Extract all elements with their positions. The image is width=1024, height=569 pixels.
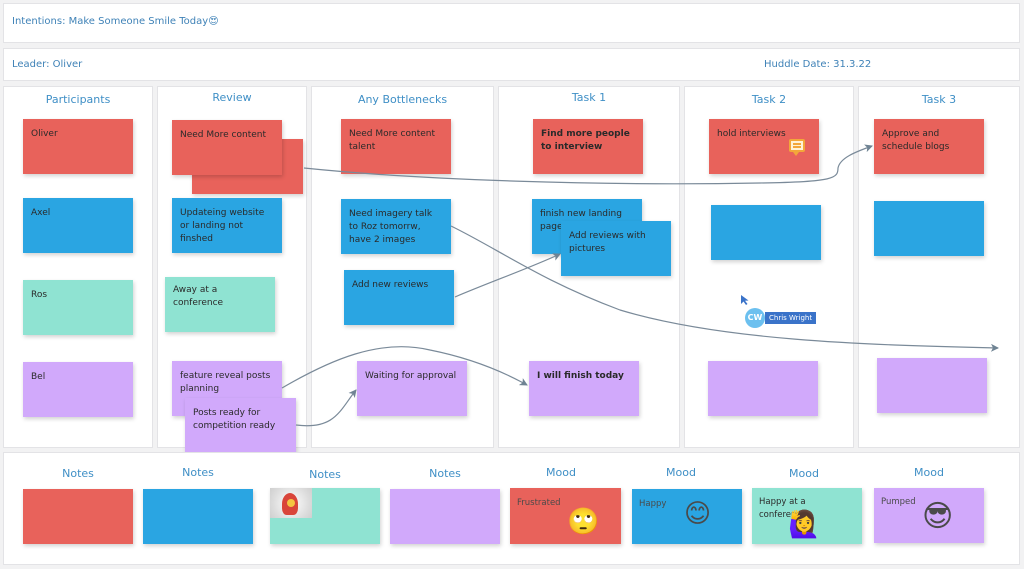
notes-card[interactable] bbox=[143, 489, 253, 544]
sticky-note-review[interactable]: Updateing website or landing not finshed bbox=[172, 198, 282, 253]
sticky-note-review-overlay[interactable]: Posts ready for competition ready bbox=[185, 398, 296, 453]
eye-roll-emoji-icon: 🙄 bbox=[567, 507, 600, 537]
notes-card[interactable] bbox=[390, 489, 500, 544]
section-title: Mood bbox=[789, 467, 819, 480]
sticky-note-task-1-overlay[interactable]: Add reviews with pictures bbox=[561, 221, 671, 276]
sunglasses-emoji-icon: 😎 bbox=[922, 499, 954, 534]
sticky-note-task-2[interactable] bbox=[711, 205, 821, 260]
sticky-note-participant[interactable]: Oliver bbox=[23, 119, 133, 174]
section-title: Notes bbox=[182, 466, 214, 479]
mood-card[interactable]: Pumped 😎 bbox=[874, 488, 984, 543]
intentions-bar: Intentions: Make Someone Smile Today😍 bbox=[3, 3, 1020, 43]
sticky-note-participant[interactable]: Axel bbox=[23, 198, 133, 253]
huddle-date: Huddle Date: 31.3.22 bbox=[764, 59, 872, 70]
section-title: Mood bbox=[914, 466, 944, 479]
sticky-note-task-3[interactable] bbox=[874, 201, 984, 256]
column-title: Review bbox=[212, 91, 252, 104]
collaborator-name: Chris Wright bbox=[765, 312, 817, 324]
sticky-note-participant[interactable]: Bel bbox=[23, 362, 133, 417]
section-title: Mood bbox=[546, 466, 576, 479]
sticky-note-task-3[interactable]: Approve and schedule blogs bbox=[874, 119, 984, 174]
sticky-note-bottleneck[interactable]: Need imagery talk to Roz tomorrw, have 2… bbox=[341, 199, 451, 254]
mood-text: Pumped bbox=[881, 497, 916, 507]
sticky-note-bottleneck[interactable]: Add new reviews bbox=[344, 270, 454, 325]
sticky-note-participant[interactable]: Ros bbox=[23, 280, 133, 335]
notes-card[interactable] bbox=[270, 488, 380, 544]
sticky-note-task-3[interactable] bbox=[877, 358, 987, 413]
collaborator-avatar: CW bbox=[745, 308, 765, 328]
column-title: Task 3 bbox=[921, 93, 957, 106]
mood-card[interactable]: Happy 😊 bbox=[632, 489, 742, 544]
intentions-label: Intentions: Make Someone Smile Today bbox=[12, 16, 209, 27]
section-title: Notes bbox=[429, 467, 461, 480]
section-title: Notes bbox=[62, 467, 94, 480]
leader-text: Leader: Oliver bbox=[12, 59, 83, 70]
sticky-note-review[interactable]: Need More content bbox=[172, 120, 282, 175]
sticky-note-task-2[interactable] bbox=[708, 361, 818, 416]
mood-card[interactable]: Happy at a conference 🙋‍♀️ bbox=[752, 488, 862, 544]
mood-text: Happy bbox=[639, 499, 667, 509]
sticky-note-bottleneck[interactable]: Need More content talent bbox=[341, 119, 451, 174]
column-title: Participants bbox=[45, 93, 111, 106]
note-text: hold interviews bbox=[717, 129, 786, 139]
heart-eyes-emoji-icon: 😍 bbox=[208, 16, 219, 27]
mood-card[interactable]: Frustrated 🙄 bbox=[510, 488, 621, 544]
smiling-emoji-icon: 😊 bbox=[684, 499, 712, 529]
intentions-text: Intentions: Make Someone Smile Today😍 bbox=[12, 16, 219, 27]
mood-text: Frustrated bbox=[517, 498, 561, 508]
column-title: Task 2 bbox=[751, 93, 787, 106]
sticky-note-review[interactable]: Away at a conference bbox=[165, 277, 275, 332]
column-title: Any Bottlenecks bbox=[357, 93, 448, 106]
collaborator-cursor-icon bbox=[741, 295, 749, 305]
sticky-note-task-1[interactable]: I will finish today bbox=[529, 361, 639, 416]
section-title: Notes bbox=[309, 468, 341, 481]
comment-icon[interactable] bbox=[789, 139, 805, 156]
notes-card[interactable] bbox=[23, 489, 133, 544]
sticky-note-task-1[interactable]: Find more people to interview bbox=[533, 119, 643, 174]
leader-bar: Leader: Oliver Huddle Date: 31.3.22 bbox=[3, 48, 1020, 81]
section-title: Mood bbox=[666, 466, 696, 479]
raising-hand-emoji-icon: 🙋‍♀️ bbox=[788, 510, 821, 540]
image-thumbnail[interactable] bbox=[270, 488, 312, 518]
sticky-note-bottleneck[interactable]: Waiting for approval bbox=[357, 361, 467, 416]
column-title: Task 1 bbox=[571, 91, 607, 104]
sticky-note-task-2[interactable]: hold interviews bbox=[709, 119, 819, 174]
